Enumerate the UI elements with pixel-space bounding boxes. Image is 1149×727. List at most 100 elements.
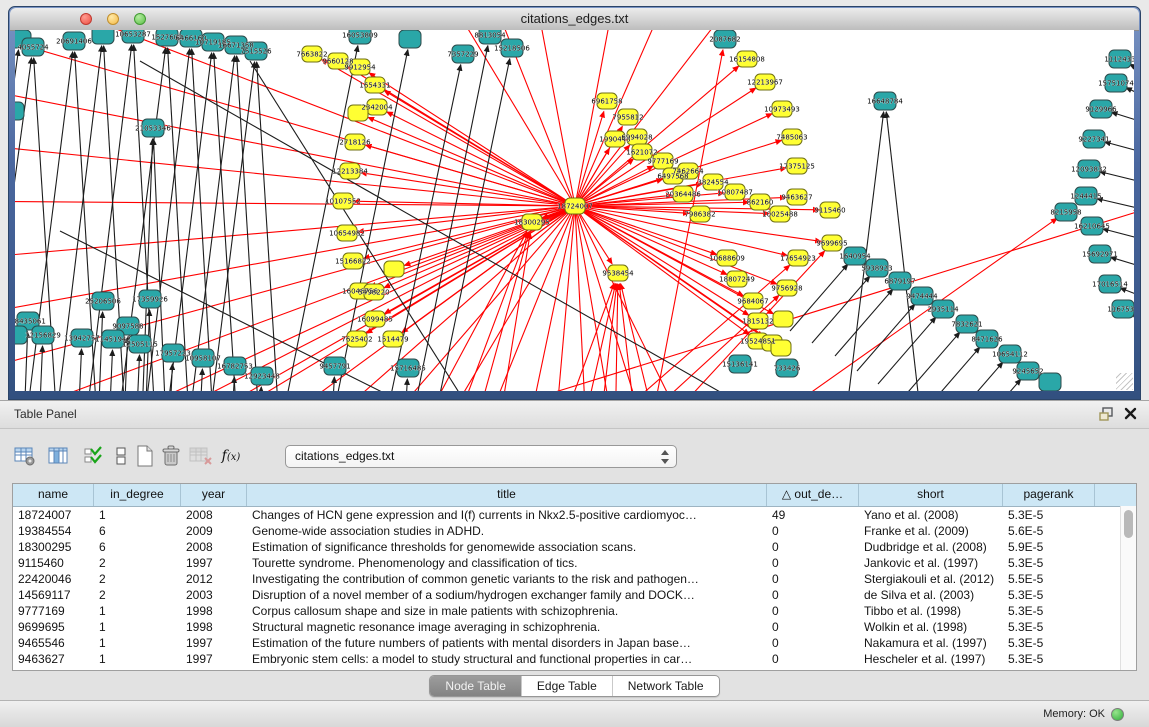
table-cell[interactable]: 5.3E-5 (1003, 555, 1095, 571)
tab-edge-table[interactable]: Edge Table (521, 676, 612, 696)
table-cell[interactable]: 1997 (181, 635, 247, 651)
table-cell[interactable]: 1 (94, 635, 181, 651)
table-cell[interactable]: 1998 (181, 603, 247, 619)
table-cell[interactable]: 6 (94, 539, 181, 555)
rows-button[interactable] (108, 443, 134, 469)
table-cell[interactable]: Investigating the contribution of common… (247, 571, 767, 587)
table-cell[interactable]: 0 (767, 571, 859, 587)
column-header-2[interactable]: year (181, 484, 247, 506)
table-scrollbar-thumb[interactable] (1124, 510, 1133, 538)
table-cell[interactable]: 2012 (181, 571, 247, 587)
table-row[interactable]: 1872400712008Changes of HCN gene express… (13, 507, 1136, 523)
table-cell[interactable]: 22420046 (13, 571, 94, 587)
delete-table-button[interactable] (188, 443, 214, 469)
table-cell[interactable]: 1997 (181, 555, 247, 571)
table-cell[interactable]: Hescheler et al. (1997) (859, 651, 1003, 667)
table-cell[interactable]: Wolkin et al. (1998) (859, 619, 1003, 635)
column-header-6[interactable]: pagerank (1003, 484, 1095, 506)
table-cell[interactable]: 1 (94, 603, 181, 619)
table-cell[interactable]: Dudbridge et al. (2008) (859, 539, 1003, 555)
table-cell[interactable]: Disruption of a novel member of a sodium… (247, 587, 767, 603)
table-cell[interactable]: 9699695 (13, 619, 94, 635)
column-select-button[interactable] (80, 443, 106, 469)
table-cell[interactable]: 2 (94, 587, 181, 603)
table-cell[interactable]: 5.6E-5 (1003, 523, 1095, 539)
column-visibility-button[interactable] (46, 443, 72, 469)
table-cell[interactable]: 5.3E-5 (1003, 635, 1095, 651)
network-window-titlebar[interactable]: citations_edges.txt (10, 8, 1139, 31)
table-cell[interactable]: 6 (94, 523, 181, 539)
table-cell[interactable]: 0 (767, 651, 859, 667)
table-cell[interactable]: 9463627 (13, 651, 94, 667)
network-canvas[interactable]: 4055724206914061065328715276026466160107… (15, 30, 1134, 391)
table-cell[interactable]: Nakamura et al. (1997) (859, 635, 1003, 651)
network-graph[interactable]: 4055724206914061065328715276026466160107… (15, 30, 1134, 391)
table-cell[interactable]: Embryonic stem cells: a model to study s… (247, 651, 767, 667)
table-cell[interactable]: Estimation of significance thresholds fo… (247, 539, 767, 555)
table-cell[interactable]: 1 (94, 507, 181, 523)
table-body[interactable]: 1872400712008Changes of HCN gene express… (13, 507, 1136, 667)
table-row[interactable]: 1456911722003Disruption of a novel membe… (13, 587, 1136, 603)
new-table-button[interactable] (132, 443, 158, 469)
table-cell[interactable]: 2 (94, 571, 181, 587)
table-cell[interactable]: 49 (767, 507, 859, 523)
table-row[interactable]: 969969511998Structural magnetic resonanc… (13, 619, 1136, 635)
table-cell[interactable]: 2003 (181, 587, 247, 603)
network-window[interactable]: citations_edges.txt 40557242069140610653… (8, 6, 1141, 400)
function-builder-button[interactable]: f(x) (218, 443, 244, 469)
table-cell[interactable]: 2 (94, 555, 181, 571)
table-cell[interactable]: 0 (767, 635, 859, 651)
table-cell[interactable]: Structural magnetic resonance image aver… (247, 619, 767, 635)
close-panel-icon[interactable] (1124, 407, 1137, 425)
table-cell[interactable]: 5.3E-5 (1003, 587, 1095, 603)
table-cell[interactable]: 0 (767, 603, 859, 619)
table-row[interactable]: 911546021997Tourette syndrome. Phenomeno… (13, 555, 1136, 571)
table-cell[interactable]: Changes of HCN gene expression and I(f) … (247, 507, 767, 523)
table-cell[interactable]: 5.3E-5 (1003, 603, 1095, 619)
table-cell[interactable]: de Silva et al. (2003) (859, 587, 1003, 603)
table-cell[interactable]: Stergiakouli et al. (2012) (859, 571, 1003, 587)
table-cell[interactable]: 18300295 (13, 539, 94, 555)
table-cell[interactable]: 14569117 (13, 587, 94, 603)
graph-node[interactable] (15, 102, 24, 120)
table-cell[interactable]: 19384554 (13, 523, 94, 539)
table-cell[interactable]: 1997 (181, 651, 247, 667)
tab-node-table[interactable]: Node Table (430, 676, 521, 696)
table-cell[interactable]: 2008 (181, 507, 247, 523)
table-cell[interactable]: Tourette syndrome. Phenomenology and cla… (247, 555, 767, 571)
table-row[interactable]: 946554611997Estimation of the future num… (13, 635, 1136, 651)
column-header-4[interactable]: △ out_de… (767, 484, 859, 506)
delete-button[interactable] (158, 443, 184, 469)
table-row[interactable]: 946362711997Embryonic stem cells: a mode… (13, 651, 1136, 667)
table-cell[interactable]: 2009 (181, 523, 247, 539)
table-cell[interactable]: Genome-wide association studies in ADHD. (247, 523, 767, 539)
table-row[interactable]: 1830029562008Estimation of significance … (13, 539, 1136, 555)
table-cell[interactable]: 2008 (181, 539, 247, 555)
graph-node[interactable] (773, 311, 793, 327)
column-header-0[interactable]: name (13, 484, 94, 506)
float-panel-icon[interactable] (1099, 407, 1115, 426)
table-scrollbar[interactable] (1120, 506, 1136, 670)
table-cell[interactable]: 9465546 (13, 635, 94, 651)
table-cell[interactable]: 0 (767, 555, 859, 571)
table-cell[interactable]: 5.3E-5 (1003, 619, 1095, 635)
table-cell[interactable]: Estimation of the future numbers of pati… (247, 635, 767, 651)
table-cell[interactable]: Jankovic et al. (1997) (859, 555, 1003, 571)
graph-node[interactable] (92, 30, 114, 44)
tab-network-table[interactable]: Network Table (612, 676, 719, 696)
table-cell[interactable]: 5.9E-5 (1003, 539, 1095, 555)
table-source-select[interactable]: citations_edges.txt (285, 445, 677, 468)
table-cell[interactable]: 5.3E-5 (1003, 651, 1095, 667)
table-cell[interactable]: 9777169 (13, 603, 94, 619)
table-cell[interactable]: Corpus callosum shape and size in male p… (247, 603, 767, 619)
table-row[interactable]: 2242004622012Investigating the contribut… (13, 571, 1136, 587)
column-header-3[interactable]: title (247, 484, 767, 506)
table-cell[interactable]: 5.5E-5 (1003, 571, 1095, 587)
table-cell[interactable]: 9115460 (13, 555, 94, 571)
table-cell[interactable]: 1 (94, 619, 181, 635)
table-cell[interactable]: 1 (94, 651, 181, 667)
table-cell[interactable]: 0 (767, 619, 859, 635)
table-cell[interactable]: 0 (767, 523, 859, 539)
table-cell[interactable]: Franke et al. (2009) (859, 523, 1003, 539)
table-cell[interactable]: 0 (767, 539, 859, 555)
